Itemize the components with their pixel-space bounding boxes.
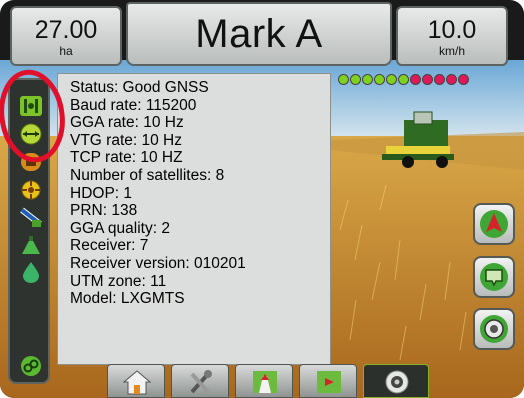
north-arrow-button[interactable]	[473, 203, 515, 245]
field-map-icon	[317, 371, 341, 393]
left-toolbar	[8, 78, 50, 384]
north-arrow-icon	[480, 210, 508, 238]
speed-readout: 10.0 km/h	[396, 6, 508, 66]
status-line: Receiver: 7	[70, 237, 149, 255]
guidance-screen: 27.00 ha Mark A 10.0 km/h Status: Good G…	[0, 0, 524, 398]
product-drop-icon[interactable]	[18, 260, 44, 284]
sprayer-icon[interactable]	[18, 234, 44, 258]
boom-section-icon[interactable]	[18, 94, 44, 118]
status-line: VTG rate: 10 Hz	[70, 131, 182, 149]
led-indicator	[446, 74, 457, 85]
led-indicator	[422, 74, 433, 85]
led-indicator	[410, 74, 421, 85]
link-icon[interactable]	[18, 354, 44, 378]
area-unit: ha	[59, 44, 73, 58]
guidance-mode-icon[interactable]	[18, 150, 44, 174]
led-indicator	[434, 74, 445, 85]
mark-title-box[interactable]: Mark A	[126, 2, 392, 66]
tab-vehicle-view[interactable]	[235, 364, 293, 398]
led-indicator	[398, 74, 409, 85]
tab-gnss-settings[interactable]	[363, 364, 429, 398]
home-icon	[122, 370, 152, 395]
map-icon	[480, 263, 508, 291]
gnss-status-icon	[480, 315, 508, 343]
gnss-status-panel: Status: Good GNSS Baud rate: 115200 GGA …	[57, 73, 331, 365]
led-indicator	[338, 74, 349, 85]
tab-tools[interactable]	[171, 364, 229, 398]
status-line: PRN: 138	[70, 202, 138, 220]
led-indicator	[458, 74, 469, 85]
speed-value: 10.0	[427, 16, 477, 44]
status-line: Baud rate: 115200	[70, 96, 197, 114]
status-line: Number of satellites: 8	[70, 166, 225, 184]
tools-icon	[190, 370, 212, 394]
speed-unit: km/h	[438, 44, 465, 58]
tilt-icon[interactable]	[18, 206, 44, 230]
vehicle-view-icon	[253, 371, 277, 393]
tab-field-map[interactable]	[299, 364, 357, 398]
tab-home[interactable]	[107, 364, 165, 398]
map-button[interactable]	[473, 256, 515, 298]
status-line: Model: LXGMTS	[70, 290, 185, 308]
lightbar-icon[interactable]	[18, 122, 44, 146]
led-indicator	[362, 74, 373, 85]
status-line: GGA rate: 10 Hz	[70, 114, 184, 132]
status-line: TCP rate: 10 HZ	[70, 149, 183, 167]
status-line: Status: Good GNSS	[70, 79, 209, 96]
led-indicator	[374, 74, 385, 85]
page-title: Mark A	[195, 12, 323, 56]
status-line: Receiver version: 010201	[70, 254, 246, 272]
gnss-status-button[interactable]	[473, 308, 515, 350]
led-indicator	[386, 74, 397, 85]
status-line: GGA quality: 2	[70, 219, 170, 237]
status-line: UTM zone: 11	[70, 272, 167, 290]
area-readout: 27.00 ha	[10, 6, 122, 66]
led-indicator	[350, 74, 361, 85]
status-line: HDOP: 1	[70, 184, 133, 202]
boomsteer-icon[interactable]	[18, 178, 44, 202]
gnss-settings-icon	[385, 370, 409, 394]
area-value: 27.00	[34, 16, 98, 44]
